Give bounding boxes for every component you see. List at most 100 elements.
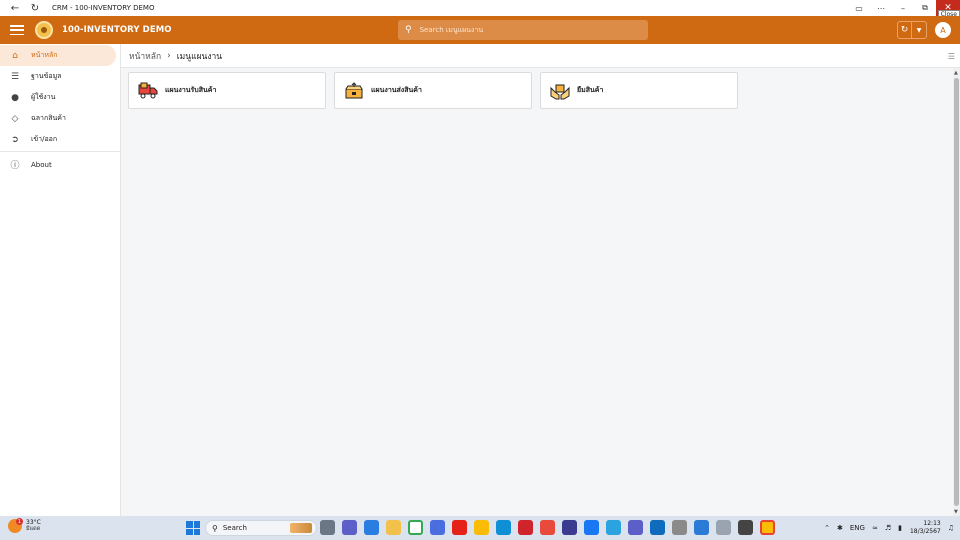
avatar[interactable]: A [935,22,951,38]
sidebar-item-home[interactable]: ⌂ หน้าหลัก [0,45,116,66]
chevron-up-icon[interactable]: ⌃ [824,524,830,532]
weather-temp: 33°C [26,519,41,526]
sidebar-item-users[interactable]: ● ผู้ใช้งาน [0,87,116,108]
refresh-icon[interactable]: ↻ [898,22,913,38]
main-content: หน้าหลัก › เมนูแผนงาน ☰ แผนงานรับสินค้า [121,44,960,516]
teams-chat-icon[interactable] [628,520,643,535]
search-placeholder: Search เมนูแผนงาน [419,25,484,34]
weather-widget[interactable]: 1 33°C มีแดด [8,518,41,533]
taskbar-search-label: Search [222,524,247,532]
clock-time: 12:13 [923,520,941,527]
card-label: แผนงานส่งสินค้า [371,86,422,94]
chevron-down-icon[interactable]: ▼ [912,22,926,38]
chrome-profile-icon[interactable] [474,520,489,535]
menu-cards: แผนงานรับสินค้า แผนงานส่งสินค้า ยืมสินค้… [128,72,746,109]
app-icon-dark[interactable] [562,520,577,535]
search-icon: ⚲ [405,25,412,35]
breadcrumb: หน้าหลัก › เมนูแผนงาน ☰ [121,44,960,68]
taskbar-apps [320,520,782,535]
facebook-icon[interactable] [584,520,599,535]
hands-box-icon [549,80,571,102]
weather-badge: 1 [16,518,23,525]
app-header: 100-INVENTORY DEMO ⚲ Search เมนูแผนงาน ↻… [0,16,960,44]
sidebar-item-label: ผู้ใช้งาน [31,93,56,101]
page-title: เมนูแผนงาน [176,51,223,62]
chevron-right-icon: › [167,50,171,61]
login-icon: ➲ [11,134,19,145]
close-button[interactable]: ✕ Close [936,0,960,20]
notification-bell-icon[interactable]: ♫ [948,524,954,532]
volume-icon[interactable]: ♬ [885,524,891,532]
taskbar: 1 33°C มีแดด ⚲ Search ⌃ ✱ ENG ≈ ♬ ▮ 12:1… [0,516,960,540]
vertical-scrollbar[interactable]: ▲ ▼ [953,68,960,516]
tag-icon: ◇ [11,113,19,124]
app-icon-red[interactable] [540,520,555,535]
info-icon: ⓘ [10,161,20,171]
telegram-icon[interactable] [606,520,621,535]
clock[interactable]: 12:13 18/3/2567 [910,520,941,536]
sidebar-item-login[interactable]: ➲ เข้า/ออก [0,129,116,150]
back-arrow-icon[interactable]: ← [8,1,22,15]
outlook-icon[interactable] [650,520,665,535]
card-receive-goods[interactable]: แผนงานรับสินค้า [128,72,326,109]
app-title: 100-INVENTORY DEMO [62,25,172,35]
app-icon-black[interactable] [738,520,753,535]
start-button[interactable] [186,521,200,535]
wifi-icon[interactable]: ≈ [872,524,878,532]
teams-icon[interactable] [342,520,357,535]
apple-icon[interactable] [716,520,731,535]
reload-icon[interactable]: ↻ [28,1,42,15]
sidebar-item-about[interactable]: ⓘ About [0,154,116,175]
card-ship-goods[interactable]: แผนงานส่งสินค้า [334,72,532,109]
sidebar-item-labels[interactable]: ◇ ฉลากสินค้า [0,108,116,129]
chrome-icon[interactable] [408,520,423,535]
restore-button[interactable]: ⧉ [914,0,936,16]
breadcrumb-home[interactable]: หน้าหลัก [129,49,161,63]
package-box-icon [343,80,365,102]
user-icon: ● [11,92,19,103]
battery-icon[interactable]: ▮ [898,524,902,532]
sidebar: ⌂ หน้าหลัก ☰ ฐานข้อมูล ● ผู้ใช้งาน ◇ ฉลา… [0,44,121,516]
scrollbar-thumb[interactable] [954,78,959,506]
filter-icon[interactable]: ☰ [948,52,955,61]
sidebar-item-label: หน้าหลัก [31,51,58,59]
word-icon[interactable] [430,520,445,535]
search-input[interactable]: ⚲ Search เมนูแผนงาน [398,20,648,40]
refresh-button-group: ↻ ▼ [897,21,927,39]
window-titlebar: ← ↻ CRM - 100-INVENTORY DEMO ▭ ⋯ – ⧉ ✕ C… [0,0,960,20]
edge-icon[interactable] [496,520,511,535]
delivery-truck-icon [137,80,159,102]
sidebar-item-label: About [31,160,52,169]
scroll-down-icon[interactable]: ▼ [954,509,958,515]
weather-sun-icon: 1 [8,518,23,533]
sidebar-divider [0,151,120,152]
window-title: CRM - 100-INVENTORY DEMO [52,4,155,12]
language-indicator[interactable]: ENG [850,524,865,532]
window-controls: ▭ ⋯ – ⧉ ✕ Close [848,0,960,20]
file-explorer-icon[interactable] [386,520,401,535]
menu-icon[interactable] [10,25,24,35]
minimize-button[interactable]: – [892,0,914,16]
chrome-active-icon[interactable] [760,520,775,535]
sidebar-item-database[interactable]: ☰ ฐานข้อมูล [0,66,116,87]
youtube-icon[interactable] [452,520,467,535]
bluetooth-icon[interactable]: ✱ [837,524,843,532]
card-borrow-goods[interactable]: ยืมสินค้า [540,72,738,109]
taskbar-search[interactable]: ⚲ Search [205,520,317,536]
cast-icon[interactable]: ▭ [848,0,870,16]
app-logo [35,21,53,39]
more-options-icon[interactable]: ⋯ [870,0,892,16]
task-view-icon[interactable] [320,520,335,535]
sidebar-item-label: ฉลากสินค้า [31,114,66,122]
calculator-icon[interactable] [694,520,709,535]
clock-date: 18/3/2567 [909,528,941,535]
home-icon: ⌂ [12,50,18,61]
app-icon[interactable] [364,520,379,535]
sidebar-item-label: ฐานข้อมูล [31,72,62,80]
opera-icon[interactable] [518,520,533,535]
database-icon: ☰ [10,71,20,82]
scroll-up-icon[interactable]: ▲ [954,70,958,76]
app-icon-grey[interactable] [672,520,687,535]
system-tray: ⌃ ✱ ENG ≈ ♬ ▮ 12:13 18/3/2567 ♫ [817,516,954,540]
card-label: แผนงานรับสินค้า [165,86,217,94]
